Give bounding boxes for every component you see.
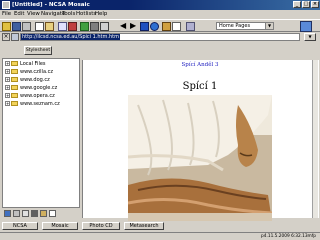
expand-icon[interactable]: + xyxy=(5,101,10,106)
globe-icon[interactable] xyxy=(4,210,11,217)
tab-photo-cd[interactable]: Photo CD xyxy=(82,222,120,230)
open-folder-icon[interactable] xyxy=(2,22,11,31)
folder-icon xyxy=(11,61,18,66)
expand-icon[interactable]: + xyxy=(5,85,10,90)
hotlist-icon[interactable] xyxy=(162,22,171,31)
tree-item-local-files[interactable]: + Local Files xyxy=(5,61,46,68)
tab-metasearch[interactable]: Metasearch xyxy=(124,222,164,230)
paste-icon[interactable] xyxy=(45,22,54,31)
tree-item[interactable]: + www.czilla.cz xyxy=(5,69,53,76)
title-bar: [Untitled] - NCSA Mosaic _ □ × xyxy=(0,0,320,10)
chevron-down-icon: ▼ xyxy=(265,23,273,29)
url-input[interactable]: http://ilcsd.ncsa.ed.au/Spici 1.htm.htm xyxy=(20,33,300,41)
folder-icon xyxy=(11,93,18,98)
content-header xyxy=(82,44,318,60)
back-arrow-icon[interactable]: ◀ xyxy=(120,22,129,31)
image-icon[interactable] xyxy=(31,210,38,217)
bottom-tabs: NCSA Mosaic Photo CD Metasearch xyxy=(0,221,320,231)
close-button[interactable]: × xyxy=(311,1,319,8)
url-icon xyxy=(11,33,19,41)
hotlist-select[interactable]: Home Pages ▼ xyxy=(216,22,274,30)
menu-file[interactable]: File xyxy=(2,11,11,17)
address-bar: × http://ilcsd.ncsa.ed.au/Spici 1.htm.ht… xyxy=(0,32,320,43)
gear-icon[interactable] xyxy=(13,210,20,217)
print-icon[interactable] xyxy=(22,22,31,31)
status-bar: p4.11.5.2009 6:32.13mfp xyxy=(0,232,320,240)
menu-help[interactable]: Help xyxy=(95,11,107,17)
tree-item[interactable]: + www.google.cz xyxy=(5,85,57,92)
save-icon[interactable] xyxy=(12,22,21,31)
left-panel-tools xyxy=(2,209,80,218)
find-icon[interactable] xyxy=(58,22,67,31)
expand-icon[interactable]: + xyxy=(5,69,10,74)
reload-icon[interactable] xyxy=(140,22,149,31)
expand-icon[interactable]: + xyxy=(5,93,10,98)
menu-edit[interactable]: Edit xyxy=(14,11,24,17)
tab-mosaic[interactable]: Mosaic xyxy=(42,222,78,230)
stop-icon[interactable] xyxy=(150,22,159,31)
copy-icon[interactable] xyxy=(35,22,44,31)
toolbar: ◀ ▶ Home Pages ▼ xyxy=(0,19,320,32)
left-panel: Stylesheet + Local Files + www.czilla.cz +… xyxy=(2,44,80,220)
close-icon[interactable]: × xyxy=(2,33,10,41)
tree-item[interactable]: + www.seznam.cz xyxy=(5,101,60,108)
document-icon[interactable] xyxy=(100,22,109,31)
home-icon[interactable] xyxy=(68,22,77,31)
menu-hotlists[interactable]: Hotlists xyxy=(76,11,96,17)
folder-icon xyxy=(11,77,18,82)
folder-icon[interactable] xyxy=(40,210,47,217)
document-icon[interactable] xyxy=(22,210,29,217)
forward-arrow-icon[interactable]: ▶ xyxy=(130,22,139,31)
folder-icon xyxy=(11,85,18,90)
menu-bar: File Edit View Navigate Tools Hotlists H… xyxy=(0,10,320,19)
minimize-button[interactable]: _ xyxy=(293,1,301,8)
folder-icon xyxy=(11,69,18,74)
app-icon xyxy=(2,1,10,9)
menu-tools[interactable]: Tools xyxy=(62,11,75,17)
expand-icon[interactable]: + xyxy=(5,77,10,82)
page-icon[interactable] xyxy=(49,210,56,217)
tree-item[interactable]: + www.dog.cz xyxy=(5,77,50,84)
content-scrollbar[interactable] xyxy=(312,60,318,218)
maximize-button[interactable]: □ xyxy=(302,1,310,8)
dog-photo xyxy=(128,95,272,221)
window-title: [Untitled] - NCSA Mosaic xyxy=(12,2,90,8)
mosaic-logo-icon xyxy=(300,21,312,32)
bookmark-tree: + Local Files + www.czilla.cz + www.dog.cz … xyxy=(2,58,80,208)
globe-icon[interactable] xyxy=(80,22,89,31)
url-text: http://ilcsd.ncsa.ed.au/Spici 1.htm.htm xyxy=(21,34,120,40)
status-text: p4.11.5.2009 6:32.13mfp xyxy=(261,234,316,239)
stylesheet-button[interactable]: Stylesheet xyxy=(24,46,52,55)
folder-icon xyxy=(11,101,18,106)
address-dropdown-icon[interactable]: ▼ xyxy=(304,33,316,41)
expand-icon[interactable]: + xyxy=(5,61,10,66)
mail-icon[interactable] xyxy=(186,22,195,31)
hotlist-select-value: Home Pages xyxy=(219,23,251,29)
tab-ncsa[interactable]: NCSA xyxy=(2,222,38,230)
menu-view[interactable]: View xyxy=(27,11,40,17)
tree-item[interactable]: + www.opera.cz xyxy=(5,93,55,100)
info-icon[interactable] xyxy=(90,22,99,31)
page-icon[interactable] xyxy=(172,22,181,31)
photo-image xyxy=(128,95,272,221)
